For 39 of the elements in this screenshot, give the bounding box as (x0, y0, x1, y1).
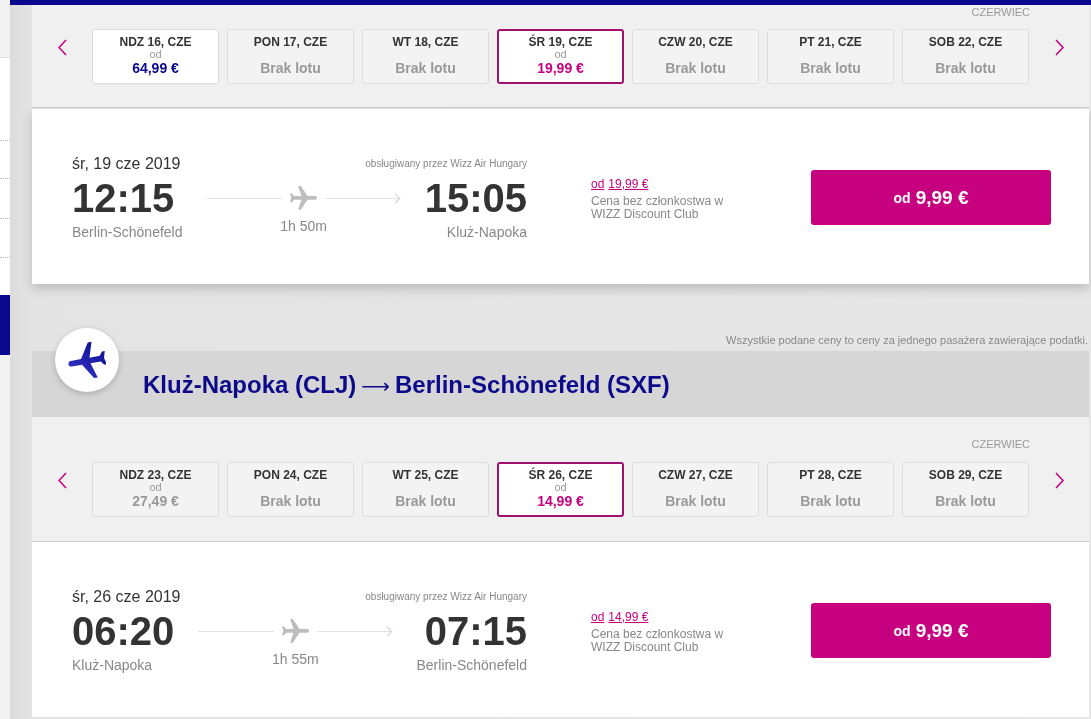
chevron-right-icon (1054, 39, 1064, 56)
departure-city: Kluż-Napoka (72, 657, 153, 673)
arrival-city: Berlin-Schönefeld (416, 657, 527, 673)
month-label: CZERWIEC (971, 6, 1030, 18)
price-note: Cena bez członkostwa w WIZZ Discount Club (591, 628, 725, 654)
operator-text: obsługiwany przez Wizz Air Hungary (365, 591, 527, 603)
departure-time: 12:15 (72, 178, 175, 218)
plane-icon (290, 185, 318, 211)
select-fare-button[interactable]: od 9,99 € (811, 603, 1051, 658)
standard-price-link[interactable]: od 14,99 € (591, 610, 649, 624)
arrival-time: 07:15 (424, 611, 527, 651)
select-fare-button[interactable]: od 9,99 € (811, 170, 1051, 225)
route-title: Kluż-Napoka (CLJ) ⟶ Berlin-Schönefeld (SXF) (143, 371, 670, 399)
operator-text: obsługiwany przez Wizz Air Hungary (365, 158, 527, 170)
previous-week-button[interactable] (57, 472, 67, 489)
arrival-city: Kluż-Napoka (446, 224, 527, 240)
departure-time: 06:20 (72, 611, 175, 651)
flight-date: śr, 19 cze 2019 (72, 155, 181, 173)
arrival-time: 15:05 (424, 178, 527, 218)
flight-duration: 1h 50m (280, 218, 327, 234)
previous-week-button[interactable] (57, 39, 67, 56)
date-tile[interactable]: ŚR 19, CZE od 19,99 € (497, 29, 624, 84)
date-tile[interactable]: ŚR 26, CZE od 14,99 € (497, 462, 624, 517)
flight-date: śr, 26 cze 2019 (72, 588, 181, 606)
month-label: CZERWIEC (971, 438, 1030, 450)
sidebar-highlight (0, 295, 10, 355)
flight-duration: 1h 55m (272, 651, 319, 667)
price-note: Cena bez członkostwa w WIZZ Discount Club (591, 195, 725, 221)
next-week-button[interactable] (1054, 472, 1064, 489)
chevron-left-icon (57, 39, 67, 56)
chevron-left-icon (57, 472, 67, 489)
plane-icon (281, 618, 309, 644)
departure-city: Berlin-Schönefeld (72, 224, 183, 240)
plane-icon (55, 328, 119, 392)
standard-price-link[interactable]: od 19,99 € (591, 177, 649, 191)
price-notice: Wszystkie podane ceny to ceny za jednego pasażera zawierające podatki. (725, 334, 1089, 346)
date-tile[interactable]: NDZ 16, CZE od 64,99 € (92, 29, 219, 84)
chevron-right-icon (1054, 472, 1064, 489)
next-week-button[interactable] (1054, 39, 1064, 56)
